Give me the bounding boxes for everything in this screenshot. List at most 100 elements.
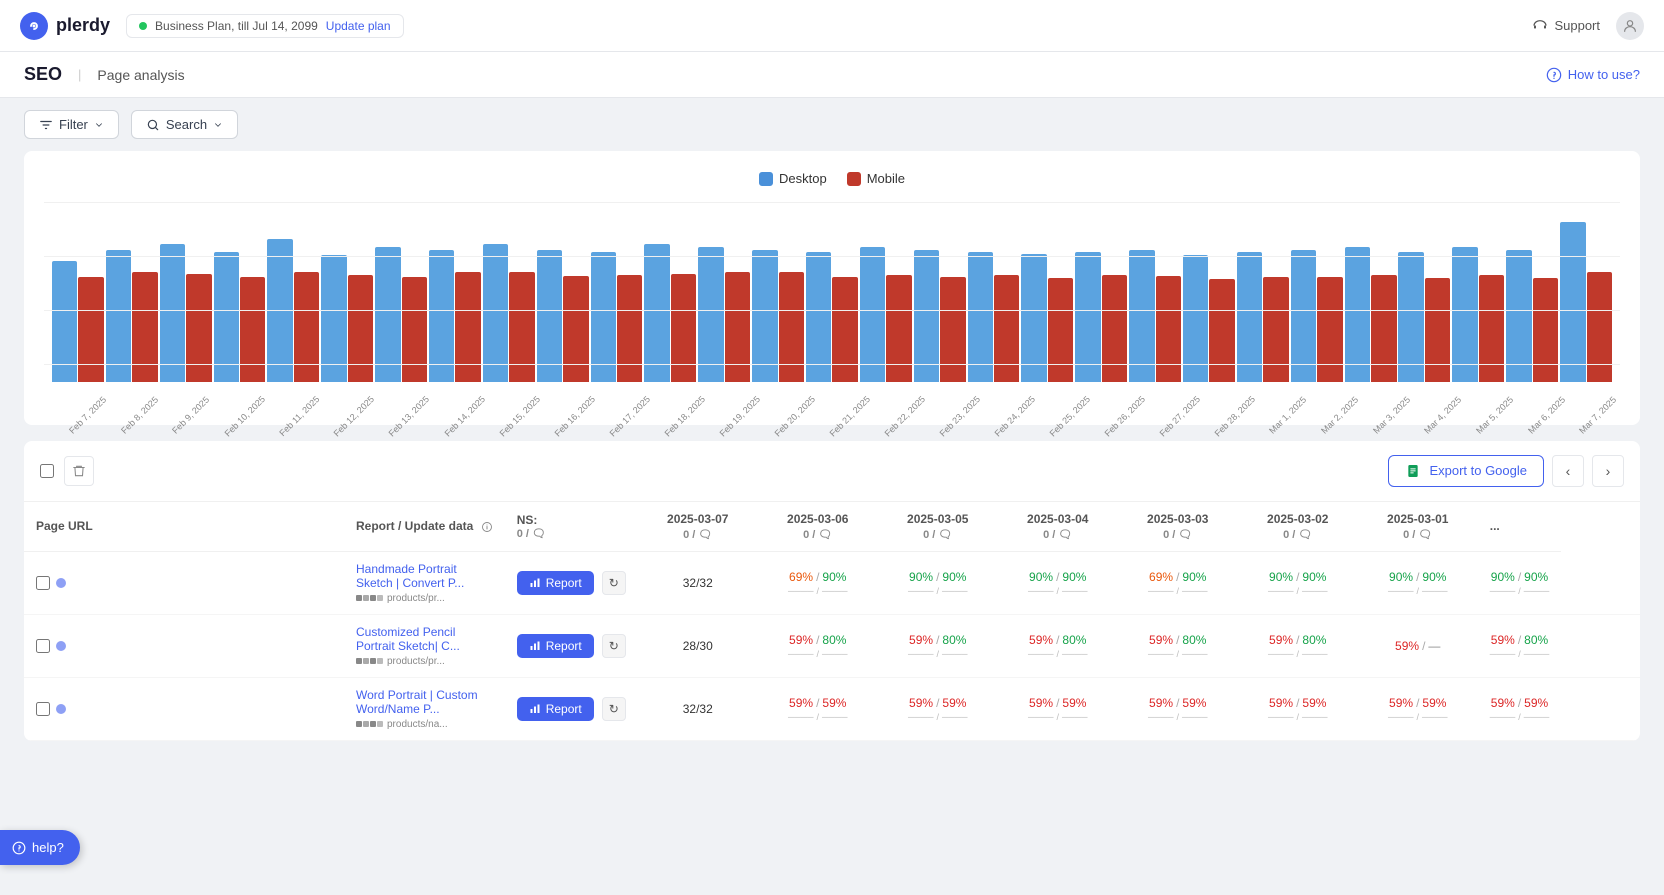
score-cell-d2: 90% / 90% ──── / ──── bbox=[878, 551, 998, 614]
score-a: 90% bbox=[909, 570, 933, 584]
mobile-bar bbox=[617, 275, 642, 382]
col-ns: NS: 0 / 🗨 bbox=[505, 502, 638, 552]
mobile-bar bbox=[1048, 278, 1073, 382]
refresh-button[interactable]: ↻ bbox=[602, 697, 626, 721]
report-button[interactable]: Report bbox=[517, 634, 594, 658]
filter-icon bbox=[39, 118, 53, 132]
mobile-bar bbox=[671, 274, 696, 382]
score-b: 80% bbox=[822, 633, 846, 647]
score-a: 90% bbox=[1029, 570, 1053, 584]
desktop-bar bbox=[860, 247, 885, 382]
date1-label: 2025-03-07 bbox=[667, 512, 728, 526]
score-a: 59% bbox=[909, 696, 933, 710]
score-b: 80% bbox=[1182, 633, 1206, 647]
date2-label: 2025-03-06 bbox=[787, 512, 848, 526]
support-label: Support bbox=[1554, 18, 1600, 33]
score-b-small: ──── bbox=[1302, 712, 1328, 722]
refresh-button[interactable]: ↻ bbox=[602, 571, 626, 595]
table-row: Word Portrait | Custom Word/Name P... pr… bbox=[24, 677, 1640, 740]
report-update-label: Report / Update data bbox=[356, 519, 473, 533]
ns-cell: 32/32 bbox=[638, 551, 758, 614]
mobile-bar bbox=[1263, 277, 1288, 382]
how-to-use-link[interactable]: How to use? bbox=[1546, 67, 1640, 83]
col-more: ... bbox=[1478, 502, 1562, 552]
score-sep: / bbox=[816, 696, 819, 710]
desktop-bar bbox=[214, 252, 239, 382]
score-sep: / bbox=[936, 696, 939, 710]
url-title[interactable]: Customized Pencil Portrait Sketch| C... bbox=[356, 625, 493, 653]
chart-date-label: Feb 22, 2025 bbox=[882, 394, 927, 439]
search-label: Search bbox=[166, 117, 207, 132]
row-checkbox[interactable] bbox=[36, 639, 50, 653]
user-avatar[interactable] bbox=[1616, 12, 1644, 40]
mobile-bar bbox=[994, 275, 1019, 382]
filter-button[interactable]: Filter bbox=[24, 110, 119, 139]
score-b: 80% bbox=[942, 633, 966, 647]
chart-area: Feb 7, 2025Feb 8, 2025Feb 9, 2025Feb 10,… bbox=[44, 202, 1620, 405]
desktop-bar bbox=[1506, 250, 1531, 382]
data-table: Page URL Report / Update data NS: 0 / 🗨 bbox=[24, 502, 1640, 741]
score-sep: / bbox=[1518, 570, 1521, 584]
breadcrumb: Page analysis bbox=[97, 67, 184, 83]
mobile-bar bbox=[294, 272, 319, 382]
score-a-small: ──── bbox=[1028, 649, 1054, 659]
bar-group bbox=[1129, 250, 1181, 382]
table-body: Handmade Portrait Sketch | Convert P... … bbox=[24, 551, 1640, 740]
delete-button[interactable] bbox=[64, 456, 94, 486]
score-a-small: ──── bbox=[1268, 712, 1294, 722]
desktop-bar bbox=[483, 244, 508, 382]
refresh-button[interactable]: ↻ bbox=[602, 634, 626, 658]
desktop-bar bbox=[1075, 252, 1100, 382]
toolbar: Filter Search bbox=[0, 98, 1664, 151]
select-all-checkbox[interactable] bbox=[40, 464, 54, 478]
url-title[interactable]: Word Portrait | Custom Word/Name P... bbox=[356, 688, 493, 716]
score-b: 90% bbox=[1182, 570, 1206, 584]
next-page-button[interactable]: › bbox=[1592, 455, 1624, 487]
desktop-bar bbox=[52, 261, 77, 382]
help-button[interactable]: help? bbox=[0, 830, 80, 865]
plan-status-dot bbox=[139, 22, 147, 30]
row-checkbox[interactable] bbox=[36, 702, 50, 716]
score-b: 80% bbox=[1062, 633, 1086, 647]
date1-sub: 0 / 🗨 bbox=[683, 528, 712, 541]
search-icon bbox=[146, 118, 160, 132]
score-a-small: ──── bbox=[1028, 586, 1054, 596]
date7-label: 2025-03-01 bbox=[1387, 512, 1448, 526]
score-sep: / bbox=[1422, 639, 1425, 653]
prev-page-button[interactable]: ‹ bbox=[1552, 455, 1584, 487]
mobile-bar bbox=[78, 277, 103, 382]
score-sep: / bbox=[1176, 696, 1179, 710]
score-b-small: ──── bbox=[1524, 712, 1550, 722]
top-navigation: plerdy Business Plan, till Jul 14, 2099 … bbox=[0, 0, 1664, 52]
report-button[interactable]: Report bbox=[517, 571, 594, 595]
page-title: SEO bbox=[24, 64, 62, 85]
mobile-bar bbox=[455, 272, 480, 382]
report-cell: Report ↻ bbox=[505, 614, 638, 677]
mobile-bar bbox=[1317, 277, 1342, 382]
score-b-small: ──── bbox=[822, 649, 848, 659]
row-checkbox[interactable] bbox=[36, 576, 50, 590]
mobile-legend-label: Mobile bbox=[867, 171, 905, 186]
score-cell-d4: 69% / 90% ──── / ──── bbox=[1118, 551, 1238, 614]
report-button[interactable]: Report bbox=[517, 697, 594, 721]
score-a-small: ──── bbox=[788, 649, 814, 659]
url-title[interactable]: Handmade Portrait Sketch | Convert P... bbox=[356, 562, 493, 590]
chart-date-label: Feb 16, 2025 bbox=[552, 394, 597, 439]
table-row: Customized Pencil Portrait Sketch| C... … bbox=[24, 614, 1640, 677]
export-google-button[interactable]: Export to Google bbox=[1388, 455, 1544, 487]
col-date-1: 2025-03-07 0 / 🗨 bbox=[638, 502, 758, 552]
score-a-small: ──── bbox=[1388, 712, 1414, 722]
score-cell-d1: 69% / 90% ──── / ──── bbox=[758, 551, 878, 614]
chart-labels: Feb 7, 2025Feb 8, 2025Feb 9, 2025Feb 10,… bbox=[44, 386, 1620, 405]
col-report-update: Report / Update data bbox=[344, 502, 505, 552]
score-cell-d3: 59% / 80% ──── / ──── bbox=[998, 614, 1118, 677]
mobile-bar bbox=[240, 277, 265, 382]
support-button[interactable]: Support bbox=[1532, 18, 1600, 34]
score-cell-d1: 59% / 80% ──── / ──── bbox=[758, 614, 878, 677]
chart-date-label: Feb 24, 2025 bbox=[993, 394, 1038, 439]
update-plan-link[interactable]: Update plan bbox=[326, 19, 391, 33]
search-button[interactable]: Search bbox=[131, 110, 238, 139]
chart-legend: Desktop Mobile bbox=[44, 171, 1620, 186]
question-circle-icon bbox=[1546, 67, 1562, 83]
chart-date-label: Mar 1, 2025 bbox=[1267, 394, 1310, 437]
